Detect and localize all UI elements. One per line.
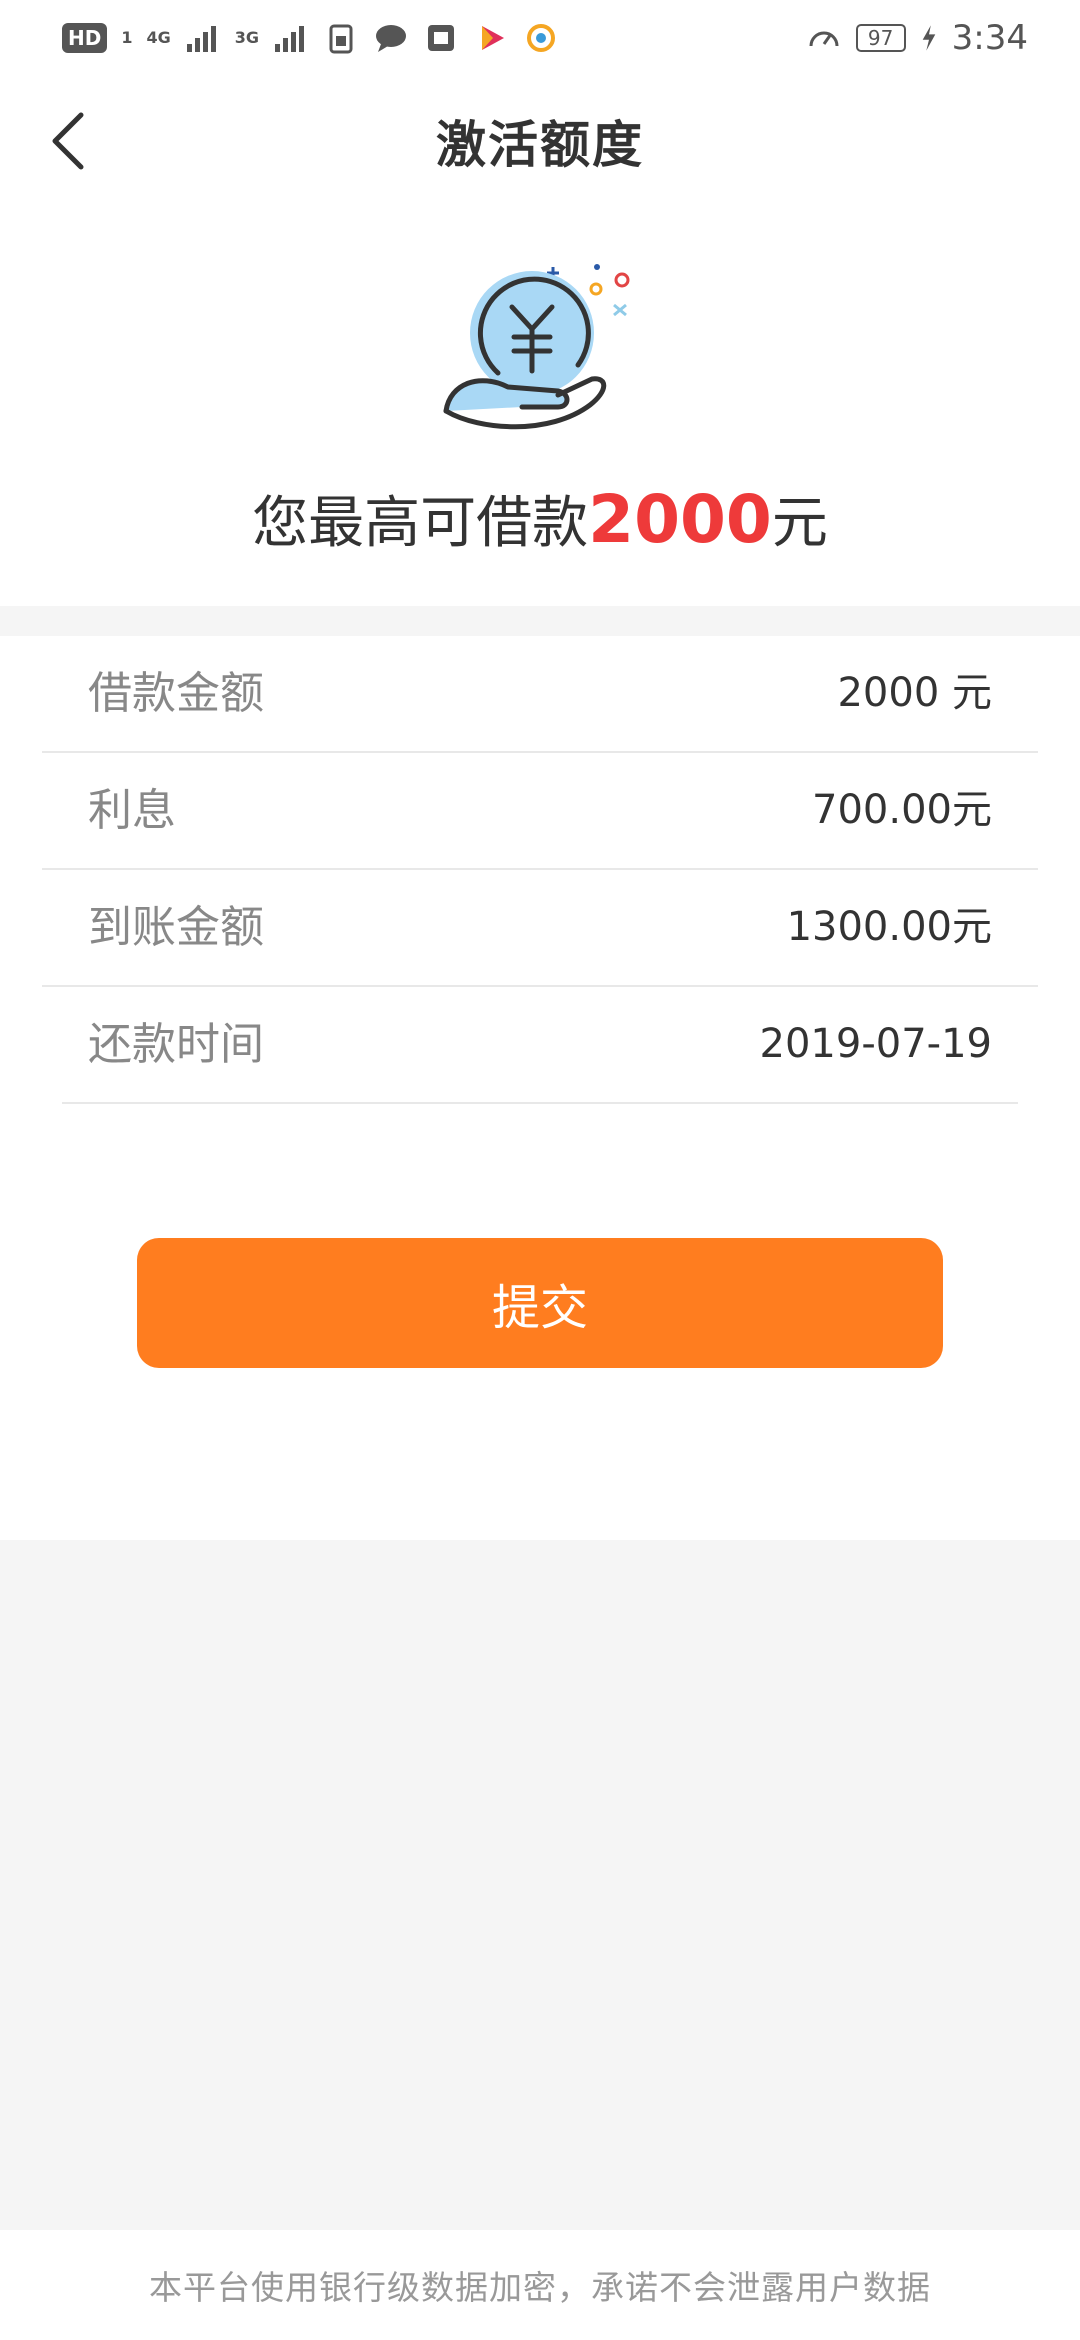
status-bar-right: 97 3:34: [806, 18, 1028, 58]
section-divider: [0, 606, 1080, 636]
app-screen: HD 1 4G 3G 97 3:34 激活额度 您最高可借款2000元 借款金额…: [0, 0, 1080, 2340]
status-bar-left: HD 1 4G 3G: [62, 22, 559, 54]
app-header: 激活额度: [0, 76, 1080, 206]
yuan-coin-hand-icon: [443, 264, 630, 430]
video-app-icon: [482, 26, 505, 50]
loan-amount-label: 借款金额: [88, 668, 264, 719]
submit-button[interactable]: 提交: [137, 1238, 943, 1368]
network-type-2: 3G: [234, 28, 260, 47]
repayment-date-label: 还款时间: [88, 1019, 264, 1070]
security-note: 本平台使用银行级数据加密，承诺不会泄露用户数据: [149, 2268, 931, 2307]
footer: 本平台使用银行级数据加密，承诺不会泄露用户数据: [0, 2230, 1080, 2340]
browser-app-icon: [527, 24, 556, 52]
headline-suffix: 元: [771, 491, 828, 556]
loan-amount-row: 借款金额 2000 元: [42, 636, 1038, 753]
signal-icon: [275, 26, 305, 52]
repayment-date-value: 2019-07-19: [759, 1021, 992, 1067]
received-amount-label: 到账金额: [88, 902, 264, 953]
interest-row: 利息 700.00元: [42, 753, 1038, 870]
credit-limit-amount: 2000: [588, 481, 772, 558]
credit-limit-headline: 您最高可借款2000元: [0, 478, 1080, 559]
battery-indicator: 97: [855, 24, 906, 52]
sim-slot-label: 1: [121, 28, 133, 47]
status-bar: HD 1 4G 3G 97 3:34: [0, 0, 1080, 76]
speedometer-icon: [809, 31, 839, 47]
clock: 3:34: [951, 18, 1028, 58]
chevron-left-icon: [52, 112, 84, 170]
interest-value: 700.00元: [812, 787, 992, 833]
network-type-1: 4G: [146, 28, 171, 47]
charging-bolt-icon: [922, 25, 935, 51]
signal-icon: [186, 26, 216, 52]
sim-card-icon: [329, 24, 353, 54]
headline-prefix: 您最高可借款: [252, 491, 589, 556]
page-title: 激活额度: [436, 116, 644, 174]
app-notification-icon: [428, 25, 455, 51]
hd-indicator: HD: [62, 23, 108, 53]
loan-details-list: 借款金额 2000 元 利息 700.00元 到账金额 1300.00元 还款时…: [0, 636, 1080, 1104]
back-button[interactable]: [34, 106, 104, 176]
empty-background-area: [0, 1540, 1080, 2230]
received-amount-row: 到账金额 1300.00元: [42, 870, 1038, 987]
message-icon: [376, 25, 407, 52]
loan-amount-value: 2000 元: [837, 670, 992, 716]
received-amount-value: 1300.00元: [786, 904, 992, 950]
interest-label: 利息: [88, 785, 176, 836]
repayment-date-row: 还款时间 2019-07-19: [62, 987, 1018, 1104]
